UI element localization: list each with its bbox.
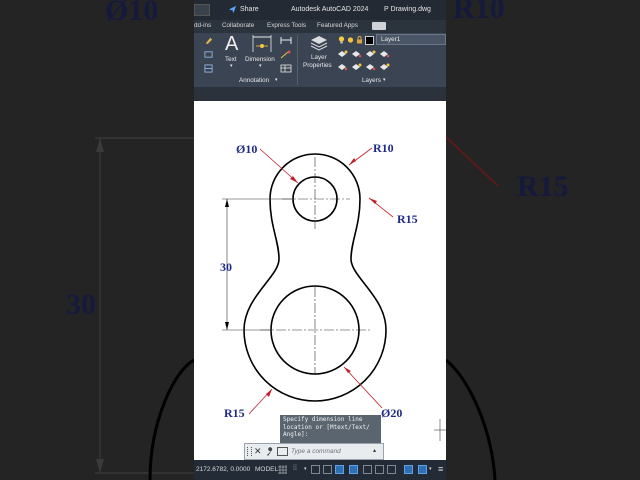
- menu-icon[interactable]: ≡: [438, 464, 443, 474]
- tab-add-ins[interactable]: dd-ins: [194, 22, 211, 29]
- close-icon[interactable]: ✕: [254, 446, 262, 457]
- object-snap-tracking-toggle[interactable]: [375, 465, 384, 474]
- wrench-icon[interactable]: [265, 447, 275, 457]
- label-r15-waist: R15: [397, 212, 418, 226]
- ribbon-panel: A Text ▾ Dimension ▾ Annotation ▾ Layer …: [194, 33, 446, 87]
- layer-tools-grid[interactable]: [337, 48, 403, 74]
- prompt-line-3: Angle]:: [283, 431, 309, 439]
- ortho-toggle[interactable]: [335, 465, 344, 474]
- chevron-down-icon[interactable]: ▾: [429, 466, 432, 472]
- polar-toggle[interactable]: [349, 465, 358, 474]
- tab-collaborate[interactable]: Collaborate: [222, 22, 254, 29]
- grid-small-icon[interactable]: [204, 64, 213, 73]
- bg-label-r10: R10: [453, 0, 505, 25]
- file-name: P Drawing.dwg: [384, 6, 431, 13]
- sun-icon[interactable]: [347, 36, 354, 44]
- lock-icon[interactable]: [356, 36, 363, 44]
- snap-dots-icon[interactable]: ⁞⁞: [293, 465, 297, 472]
- dimension-icon: [252, 35, 272, 52]
- autocad-window: Share Autodesk AutoCAD 2024 P Drawing.dw…: [194, 0, 446, 480]
- command-prompt-tooltip: Specify dimension line location or [Mtex…: [280, 415, 381, 443]
- table-icon[interactable]: [280, 64, 292, 73]
- label-r15-bottom: R15: [224, 406, 245, 420]
- layer-dropdown[interactable]: Layer1: [376, 34, 446, 45]
- layers-panel-label[interactable]: Layers: [362, 77, 381, 84]
- chevron-down-icon[interactable]: ▾: [304, 466, 307, 472]
- command-history-button[interactable]: [277, 447, 288, 456]
- annotation-panel-label[interactable]: Annotation: [239, 77, 269, 84]
- command-line: ✕ ▴: [244, 443, 384, 460]
- label-dia20: Ø20: [381, 406, 402, 420]
- isodraft-toggle[interactable]: [363, 465, 372, 474]
- lightbulb-icon[interactable]: [338, 36, 345, 44]
- bg-label-30: 30: [66, 288, 96, 321]
- pencil-icon[interactable]: [204, 36, 213, 45]
- selection-cycling-toggle[interactable]: [404, 465, 413, 474]
- grid-toggle-icon[interactable]: [278, 465, 287, 474]
- tab-featured-apps[interactable]: Featured Apps: [317, 22, 358, 29]
- text-tool-icon: A: [225, 33, 239, 55]
- chevron-down-icon: ▾: [259, 63, 262, 69]
- workspace-dropdown[interactable]: [194, 4, 210, 16]
- bg-label-r15: R15: [517, 170, 569, 203]
- bg-label-dia: Ø10: [105, 0, 158, 27]
- current-layer-label: Layer1: [381, 36, 401, 43]
- prompt-line-1: Specify dimension line: [283, 416, 363, 423]
- layers-small-icon[interactable]: [204, 50, 213, 59]
- model-space-button[interactable]: MODEL: [255, 466, 278, 473]
- label-dia10: Ø10: [236, 142, 257, 156]
- title-bar: Share Autodesk AutoCAD 2024 P Drawing.dw…: [194, 0, 446, 20]
- dynamic-input-toggle[interactable]: [323, 465, 332, 474]
- layer-properties-label-2: Properties: [303, 62, 332, 69]
- annotation-scale-toggle[interactable]: [418, 465, 427, 474]
- prompt-line-2: location or [Mtext/Text/: [283, 423, 370, 431]
- layer-properties-button[interactable]: Layer Properties: [302, 33, 336, 73]
- dimension-tool-button[interactable]: Dimension ▾: [245, 33, 279, 71]
- drag-handle-icon[interactable]: [247, 447, 252, 456]
- leader-icon[interactable]: [280, 50, 292, 59]
- label-r10: R10: [373, 141, 394, 155]
- command-input[interactable]: [291, 446, 351, 457]
- infer-constraints-toggle[interactable]: [311, 465, 320, 474]
- ribbon-tabs: dd-ins Collaborate Express Tools Feature…: [194, 20, 446, 33]
- share-icon[interactable]: [228, 5, 237, 14]
- panel-divider: [297, 35, 298, 85]
- chevron-down-icon: ▾: [230, 63, 233, 69]
- coordinates-readout[interactable]: 2172.6782, 0.0000: [196, 466, 250, 473]
- status-bar: 2172.6782, 0.0000 MODEL ⁞⁞ ▾ ▾ ≡: [194, 460, 446, 480]
- share-button[interactable]: Share: [240, 6, 259, 13]
- chevron-up-icon[interactable]: ▴: [373, 447, 376, 454]
- file-tab-strip: [194, 87, 446, 101]
- layer-color-swatch[interactable]: [365, 36, 374, 45]
- tab-overflow-button[interactable]: [372, 22, 386, 30]
- dimension-tool-label: Dimension: [245, 56, 275, 63]
- object-snap-toggle[interactable]: [387, 465, 396, 474]
- label-30: 30: [220, 260, 232, 274]
- app-title: Autodesk AutoCAD 2024: [291, 6, 369, 13]
- layer-stack-icon: [310, 36, 328, 51]
- linear-dim-icon[interactable]: [280, 36, 292, 45]
- layer-properties-label-1: Layer: [311, 54, 327, 61]
- chevron-down-icon[interactable]: ▾: [275, 77, 278, 83]
- text-tool-label: Text: [225, 56, 237, 63]
- chevron-down-icon[interactable]: ▾: [383, 77, 386, 83]
- drawing-canvas[interactable]: Ø10 R10 R15 30 R15 Ø20: [194, 101, 446, 460]
- text-tool-button[interactable]: A Text ▾: [221, 33, 243, 71]
- tab-express-tools[interactable]: Express Tools: [267, 22, 306, 29]
